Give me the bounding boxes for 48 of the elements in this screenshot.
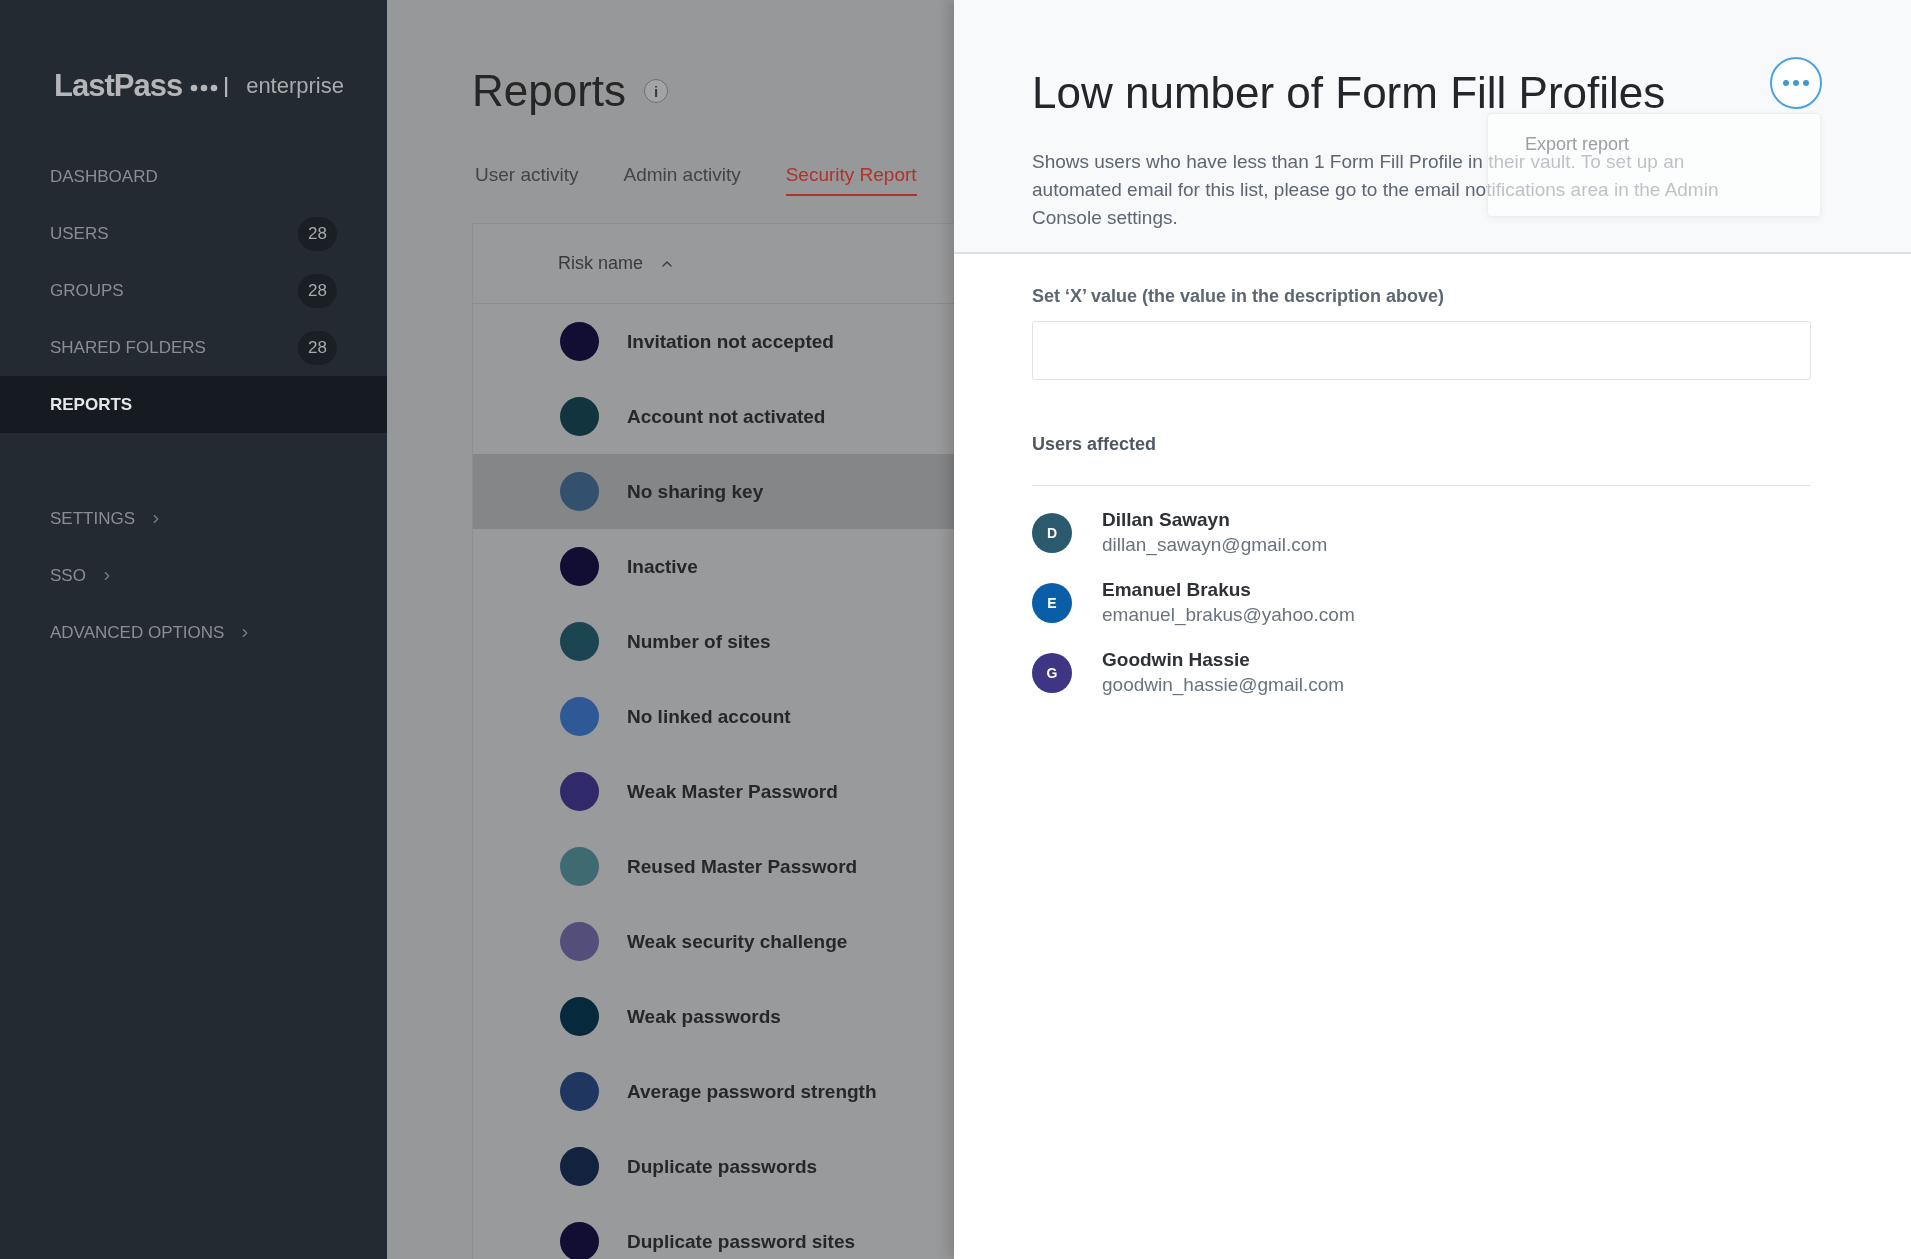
edition-label: enterprise <box>246 73 344 99</box>
count-badge: 28 <box>298 273 337 308</box>
count-badge: 28 <box>298 330 337 365</box>
nav-item[interactable]: USERS 28 <box>0 205 387 262</box>
avatar: G <box>1032 652 1072 693</box>
risk-name: No sharing key <box>627 480 764 503</box>
user-name: Goodwin Hassie <box>1102 649 1251 671</box>
risk-name: No linked account <box>627 705 791 728</box>
nav-section[interactable]: ADVANCED OPTIONS <box>50 622 225 643</box>
column-header[interactable]: Risk name <box>558 253 644 274</box>
risk-name: Average password strength <box>627 1080 877 1103</box>
nav-item[interactable]: SHARED FOLDERS 28 <box>0 319 387 376</box>
user-name: Emanuel Brakus <box>1102 579 1252 601</box>
risk-name: Weak Master Password <box>627 780 838 803</box>
user-email: emanuel_brakus@yahoo.com <box>1102 604 1355 626</box>
brand-logo: LastPass <box>54 68 183 104</box>
nav-item[interactable]: REPORTS <box>0 376 387 433</box>
risk-name: Weak passwords <box>627 1005 781 1028</box>
panel-title: Low number of Form Fill Profiles <box>1032 68 1666 118</box>
menu-item[interactable]: Export report <box>1488 134 1820 155</box>
nav-item[interactable]: DASHBOARD <box>0 148 387 205</box>
more-button[interactable] <box>1770 57 1822 109</box>
user-name: Dillan Sawayn <box>1102 509 1231 531</box>
risk-name: Invitation not accepted <box>627 330 834 353</box>
nav-item[interactable]: GROUPS 28 <box>0 262 387 319</box>
risk-name: Number of sites <box>627 630 771 653</box>
user-email: dillan_sawayn@gmail.com <box>1102 534 1328 556</box>
nav-section[interactable]: SETTINGS <box>50 508 135 529</box>
risk-name: Weak security challenge <box>627 930 848 953</box>
risk-name: Duplicate passwords <box>627 1155 818 1178</box>
avatar: E <box>1032 582 1072 623</box>
field-label: Set ‘X’ value (the value in the description above) <box>1032 286 1446 307</box>
user-email: goodwin_hassie@gmail.com <box>1102 674 1345 696</box>
input-field[interactable] <box>1032 321 1811 380</box>
avatar: D <box>1032 512 1072 553</box>
dots-icon <box>1783 80 1809 86</box>
tab[interactable]: User activity <box>475 164 579 196</box>
risk-name: Inactive <box>627 555 698 578</box>
risk-name: Reused Master Password <box>627 855 858 878</box>
nav-section[interactable]: SSO <box>50 565 86 586</box>
page-title: Reports <box>472 66 627 116</box>
risk-name: Account not activated <box>627 405 826 428</box>
count-badge: 28 <box>298 216 337 251</box>
info-icon[interactable]: i <box>644 79 669 103</box>
tab[interactable]: Admin activity <box>623 164 741 196</box>
section-heading: Users affected <box>1032 434 1811 486</box>
risk-name: Duplicate password sites <box>627 1230 856 1253</box>
risk-row[interactable]: No sharing key <box>473 454 954 529</box>
